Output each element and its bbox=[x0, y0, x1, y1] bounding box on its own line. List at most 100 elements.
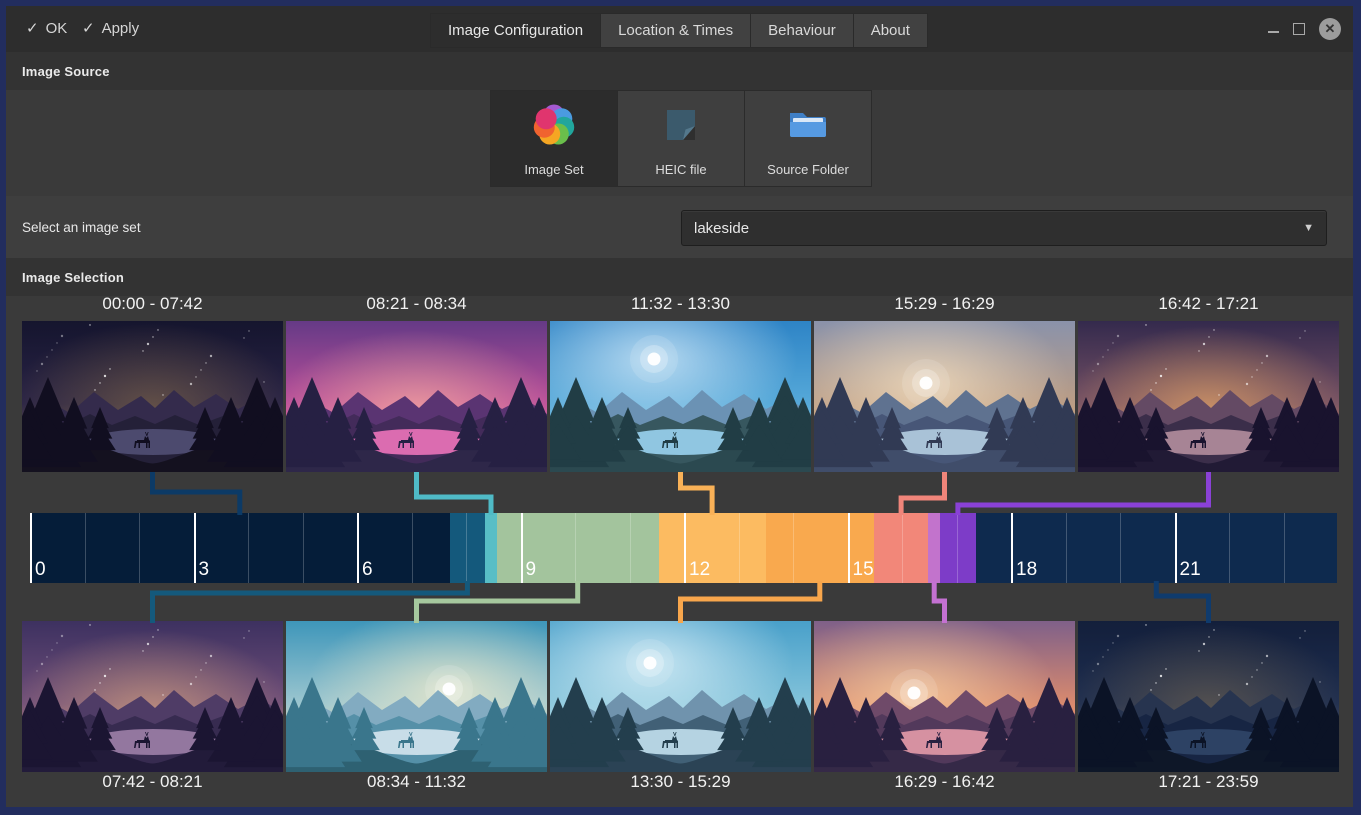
source-folder-icon bbox=[784, 101, 832, 154]
thumbnail-08-34-11-32[interactable] bbox=[286, 621, 547, 772]
timeline-gridline bbox=[412, 513, 413, 583]
timeline-segment-00-00-07-42[interactable] bbox=[30, 513, 450, 583]
image-source-heading: Image Source bbox=[6, 52, 1353, 90]
time-range-label-11-32-13-30: 11:32 - 13:30 bbox=[550, 294, 811, 314]
timeline-segment-07-42-08-21[interactable] bbox=[450, 513, 485, 583]
check-icon: ✓ bbox=[26, 6, 39, 52]
thumbnail-15-29-16-29[interactable] bbox=[814, 321, 1075, 472]
check-icon: ✓ bbox=[82, 6, 95, 52]
thumbnail-11-32-13-30[interactable] bbox=[550, 321, 811, 472]
apply-button-label: Apply bbox=[102, 6, 140, 52]
tab-bar: Image ConfigurationLocation & TimesBehav… bbox=[430, 13, 928, 48]
timeline-gridline bbox=[739, 513, 740, 583]
image-set-icon bbox=[530, 101, 578, 154]
timeline-gridline bbox=[466, 513, 467, 583]
thumbnail-00-00-07-42[interactable] bbox=[22, 321, 283, 472]
ok-button[interactable]: ✓ OK bbox=[26, 6, 67, 52]
timeline-segment-16-29-16-42[interactable] bbox=[928, 513, 940, 583]
timeline-gridline bbox=[30, 513, 32, 583]
timeline-segment-08-21-08-34[interactable] bbox=[485, 513, 497, 583]
chevron-down-icon: ▼ bbox=[1303, 222, 1314, 234]
timeline-gridline bbox=[630, 513, 631, 583]
timeline-gridline bbox=[1066, 513, 1067, 583]
image-selection-heading-label: Image Selection bbox=[22, 270, 124, 285]
thumbnail-08-21-08-34[interactable] bbox=[286, 321, 547, 472]
ok-button-label: OK bbox=[46, 6, 68, 52]
timeline-hour-label: 15 bbox=[853, 559, 874, 581]
thumbnail-17-21-23-59[interactable] bbox=[1078, 621, 1339, 772]
timeline-hour-label: 12 bbox=[689, 559, 710, 581]
timeline-hour-label: 18 bbox=[1016, 559, 1037, 581]
lakeside-scene-illustration bbox=[550, 321, 811, 472]
titlebar[interactable]: ✓ OK ✓ Apply Image ConfigurationLocation… bbox=[6, 6, 1353, 53]
tab-behaviour[interactable]: Behaviour bbox=[751, 14, 854, 47]
timeline-gridline bbox=[1229, 513, 1230, 583]
apply-button[interactable]: ✓ Apply bbox=[82, 6, 139, 52]
tab-about[interactable]: About bbox=[854, 14, 927, 47]
timeline-gridline bbox=[957, 513, 958, 583]
lakeside-scene-illustration bbox=[814, 321, 1075, 472]
lakeside-scene-illustration bbox=[22, 321, 283, 472]
time-range-label-16-29-16-42: 16:29 - 16:42 bbox=[814, 772, 1075, 792]
timeline-gridline bbox=[1175, 513, 1177, 583]
timeline-gridline bbox=[902, 513, 903, 583]
source-type-image-set[interactable]: Image Set bbox=[491, 91, 618, 186]
lakeside-scene-illustration bbox=[286, 321, 547, 472]
timeline-gridline bbox=[848, 513, 850, 583]
time-range-label-15-29-16-29: 15:29 - 16:29 bbox=[814, 294, 1075, 314]
timeline-gridline bbox=[575, 513, 576, 583]
lakeside-scene-illustration bbox=[814, 621, 1075, 772]
timeline-gridline bbox=[1120, 513, 1121, 583]
thumbnail-16-42-17-21[interactable] bbox=[1078, 321, 1339, 472]
timeline-segment-16-42-17-21[interactable] bbox=[940, 513, 975, 583]
lakeside-scene-illustration bbox=[1078, 321, 1339, 472]
day-timeline[interactable]: 036912151821 bbox=[30, 513, 1338, 583]
source-type-area: Image Set HEIC file Source Folder bbox=[6, 90, 1353, 196]
source-type-label: HEIC file bbox=[655, 162, 706, 177]
time-range-label-08-34-11-32: 08:34 - 11:32 bbox=[286, 772, 547, 792]
timeline-gridline bbox=[85, 513, 86, 583]
thumbnail-16-29-16-42[interactable] bbox=[814, 621, 1075, 772]
source-type-heic-file[interactable]: HEIC file bbox=[618, 91, 745, 186]
image-set-combobox[interactable]: lakeside ▼ bbox=[681, 210, 1327, 246]
timeline-gridline bbox=[139, 513, 140, 583]
source-type-label: Source Folder bbox=[767, 162, 849, 177]
lakeside-scene-illustration bbox=[550, 621, 811, 772]
lakeside-scene-illustration bbox=[1078, 621, 1339, 772]
timeline-gridline bbox=[521, 513, 523, 583]
lakeside-scene-illustration bbox=[22, 621, 283, 772]
time-range-label-16-42-17-21: 16:42 - 17:21 bbox=[1078, 294, 1339, 314]
timeline-gridline bbox=[684, 513, 686, 583]
thumbnail-07-42-08-21[interactable] bbox=[22, 621, 283, 772]
minimize-icon[interactable] bbox=[1268, 31, 1279, 33]
timeline-gridline bbox=[357, 513, 359, 583]
image-set-select-row: Select an image set lakeside ▼ bbox=[6, 196, 1353, 258]
image-selection-heading: Image Selection bbox=[6, 258, 1353, 296]
timeline-hour-label: 9 bbox=[526, 559, 537, 581]
timeline-hour-label: 3 bbox=[199, 559, 210, 581]
source-type-source-folder[interactable]: Source Folder bbox=[745, 91, 871, 186]
timeline-gridline bbox=[303, 513, 304, 583]
image-set-combobox-value: lakeside bbox=[694, 220, 1303, 237]
timeline-gridline bbox=[248, 513, 249, 583]
time-range-label-07-42-08-21: 07:42 - 08:21 bbox=[22, 772, 283, 792]
timeline-gridline bbox=[793, 513, 794, 583]
source-type-label: Image Set bbox=[524, 162, 583, 177]
timeline-hour-label: 0 bbox=[35, 559, 46, 581]
timeline-gridline bbox=[1284, 513, 1285, 583]
time-range-label-00-00-07-42: 00:00 - 07:42 bbox=[22, 294, 283, 314]
heic-file-icon bbox=[657, 101, 705, 154]
image-source-heading-label: Image Source bbox=[22, 64, 110, 79]
timeline-segment-11-32-13-30[interactable] bbox=[659, 513, 766, 583]
close-icon[interactable]: ✕ bbox=[1319, 18, 1341, 40]
window-controls: ✕ bbox=[1268, 6, 1341, 52]
app-window: ✓ OK ✓ Apply Image ConfigurationLocation… bbox=[6, 6, 1353, 807]
timeline-gridline bbox=[194, 513, 196, 583]
tab-image-configuration[interactable]: Image Configuration bbox=[431, 14, 601, 47]
maximize-icon[interactable] bbox=[1293, 23, 1305, 35]
lakeside-scene-illustration bbox=[286, 621, 547, 772]
tab-location-times[interactable]: Location & Times bbox=[601, 14, 751, 47]
thumbnail-13-30-15-29[interactable] bbox=[550, 621, 811, 772]
time-range-label-13-30-15-29: 13:30 - 15:29 bbox=[550, 772, 811, 792]
timeline-gridline bbox=[1011, 513, 1013, 583]
